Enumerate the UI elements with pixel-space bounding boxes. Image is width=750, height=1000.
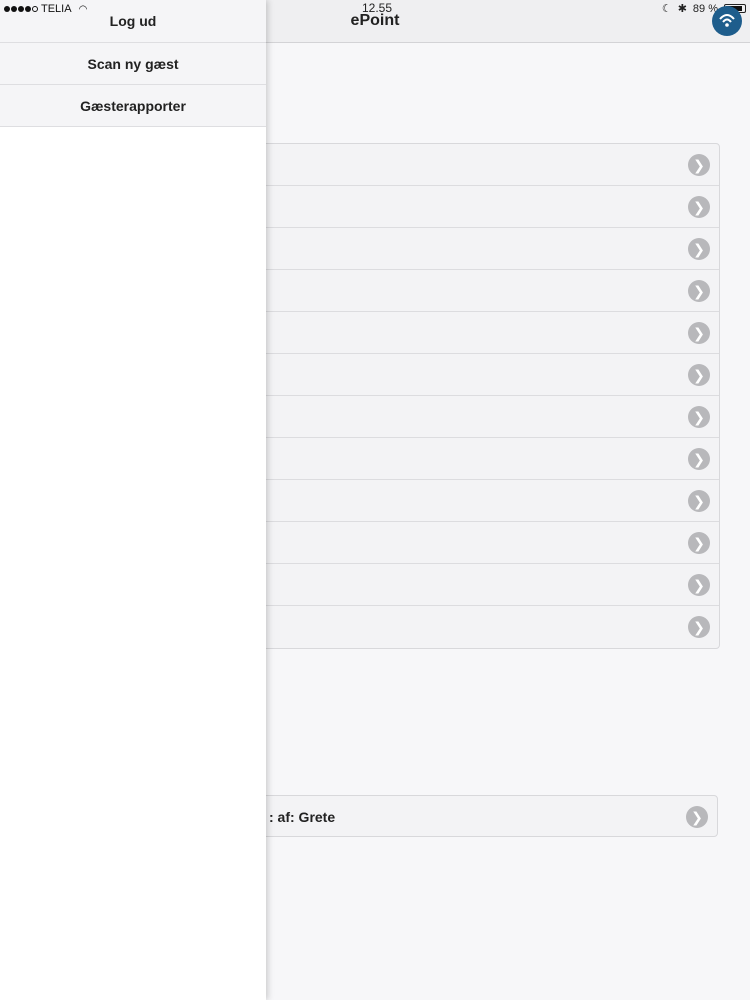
chevron-right-icon: ❯ [688,406,710,428]
list-item[interactable]: ❯ [241,480,719,522]
chevron-right-icon: ❯ [688,490,710,512]
app-screen: 12.55 ePoint ☾ ✱ 89 % ❯ ❯ ❯ ❯ ❯ ❯ ❯ ❯ ❯ ❯ ❯ ❯ : af:… [0,0,750,1000]
main-list: ❯ ❯ ❯ ❯ ❯ ❯ ❯ ❯ ❯ ❯ ❯ ❯ [240,143,720,649]
chevron-right-icon: ❯ [688,616,710,638]
list-item[interactable]: ❯ [241,396,719,438]
side-menu: TELIA ◠ Log ud Scan ny gæst Gæsterapport… [0,0,266,1000]
list-item[interactable]: ❯ [241,606,719,648]
chevron-right-icon: ❯ [686,806,708,828]
chevron-right-icon: ❯ [688,154,710,176]
chevron-right-icon: ❯ [688,280,710,302]
chevron-right-icon: ❯ [688,448,710,470]
list-item-bottom[interactable]: : af: Grete ❯ [240,795,718,837]
list-item[interactable]: ❯ [241,312,719,354]
menu-item-guest-reports[interactable]: Gæsterapporter [0,85,266,127]
chevron-right-icon: ❯ [688,364,710,386]
list-item-label: : af: Grete [269,809,336,825]
moon-icon: ☾ [661,3,672,15]
menu-item-scan-new-guest[interactable]: Scan ny gæst [0,43,266,85]
chevron-right-icon: ❯ [688,196,710,218]
list-item[interactable]: ❯ [241,438,719,480]
chevron-right-icon: ❯ [688,322,710,344]
list-item[interactable]: ❯ [241,564,719,606]
wifi-icon: ◠ [78,3,88,15]
chevron-right-icon: ❯ [688,574,710,596]
carrier-name: TELIA [41,3,72,15]
wifi-globe-icon[interactable] [712,6,742,36]
chevron-right-icon: ❯ [688,238,710,260]
list-item[interactable]: ❯ [241,144,719,186]
chevron-right-icon: ❯ [688,532,710,554]
status-carrier-group: TELIA ◠ [4,3,87,15]
list-item[interactable]: ❯ [241,228,719,270]
signal-strength-icon [4,6,38,12]
bluetooth-icon: ✱ [677,3,687,15]
list-item[interactable]: ❯ [241,522,719,564]
list-item[interactable]: ❯ [241,354,719,396]
list-item[interactable]: ❯ [241,270,719,312]
list-item[interactable]: ❯ [241,186,719,228]
